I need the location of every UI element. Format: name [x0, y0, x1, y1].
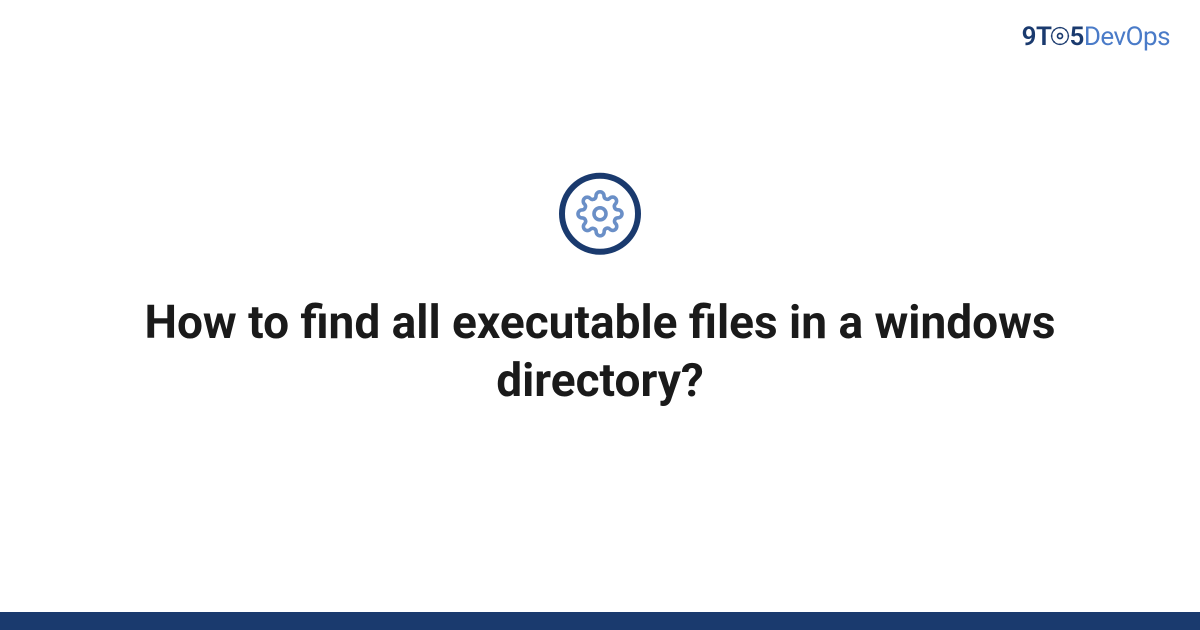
- footer-bar: [0, 612, 1200, 630]
- site-logo: 9T 5DevOps: [1022, 22, 1170, 52]
- logo-text-t: T: [1036, 22, 1051, 52]
- logo-text-9: 9: [1022, 22, 1036, 52]
- main-content: How to find all executable files in a wi…: [0, 173, 1200, 410]
- gear-icon: [1050, 26, 1070, 46]
- page-title: How to find all executable files in a wi…: [120, 295, 1080, 410]
- logo-text-5: 5: [1069, 22, 1083, 52]
- logo-text-devops: DevOps: [1084, 22, 1170, 52]
- gear-circle-icon: [559, 173, 641, 255]
